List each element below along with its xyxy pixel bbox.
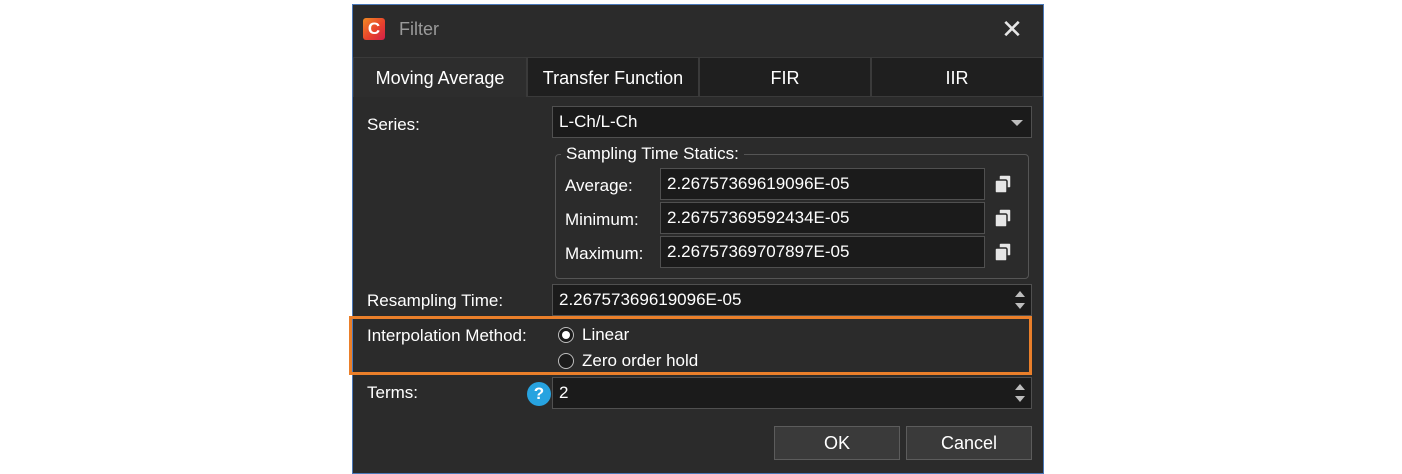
app-logo-icon: C (363, 18, 385, 40)
minimum-label: Minimum: (565, 210, 639, 229)
tab-fir[interactable]: FIR (699, 57, 871, 97)
resampling-time-spinbox[interactable]: 2.26757369619096E-05 (552, 284, 1032, 316)
copy-icon[interactable] (993, 208, 1013, 228)
spin-buttons[interactable] (1015, 378, 1027, 402)
resampling-time-value: 2.26757369619096E-05 (559, 290, 742, 309)
maximum-label: Maximum: (565, 244, 644, 263)
spin-up-icon[interactable] (1015, 291, 1025, 297)
maximum-field[interactable]: 2.26757369707897E-05 (660, 236, 985, 268)
chevron-down-icon[interactable] (1011, 120, 1023, 126)
tab-transfer-function[interactable]: Transfer Function (527, 57, 699, 97)
copy-icon[interactable] (993, 242, 1013, 262)
tab-iir[interactable]: IIR (871, 57, 1043, 97)
terms-value: 2 (559, 383, 569, 402)
sampling-stats-legend: Sampling Time Statics: (561, 144, 744, 164)
close-button[interactable]: ✕ (995, 13, 1029, 45)
series-label: Series: (367, 115, 420, 134)
interpolation-highlight-box (349, 316, 1032, 375)
window-title: Filter (399, 19, 439, 39)
spin-up-icon[interactable] (1015, 384, 1025, 390)
terms-label: Terms: (367, 383, 418, 402)
spin-down-icon[interactable] (1015, 303, 1025, 309)
series-value: L-Ch/L-Ch (559, 112, 638, 131)
spin-down-icon[interactable] (1015, 396, 1025, 402)
spin-buttons[interactable] (1015, 285, 1027, 309)
series-select[interactable]: L-Ch/L-Ch (552, 106, 1032, 138)
ok-button[interactable]: OK (774, 426, 900, 460)
filter-dialog: C Filter ✕ Moving Average Transfer Funct… (352, 4, 1044, 474)
help-icon[interactable]: ? (527, 382, 551, 406)
tab-moving-average[interactable]: Moving Average (353, 57, 527, 97)
cancel-button[interactable]: Cancel (906, 426, 1032, 460)
minimum-field[interactable]: 2.26757369592434E-05 (660, 202, 985, 234)
terms-spinbox[interactable]: 2 (552, 377, 1032, 409)
average-field[interactable]: 2.26757369619096E-05 (660, 168, 985, 200)
title-bar: C Filter ✕ (353, 5, 1043, 53)
average-label: Average: (565, 176, 633, 195)
copy-icon[interactable] (993, 174, 1013, 194)
resampling-time-label: Resampling Time: (367, 291, 504, 310)
